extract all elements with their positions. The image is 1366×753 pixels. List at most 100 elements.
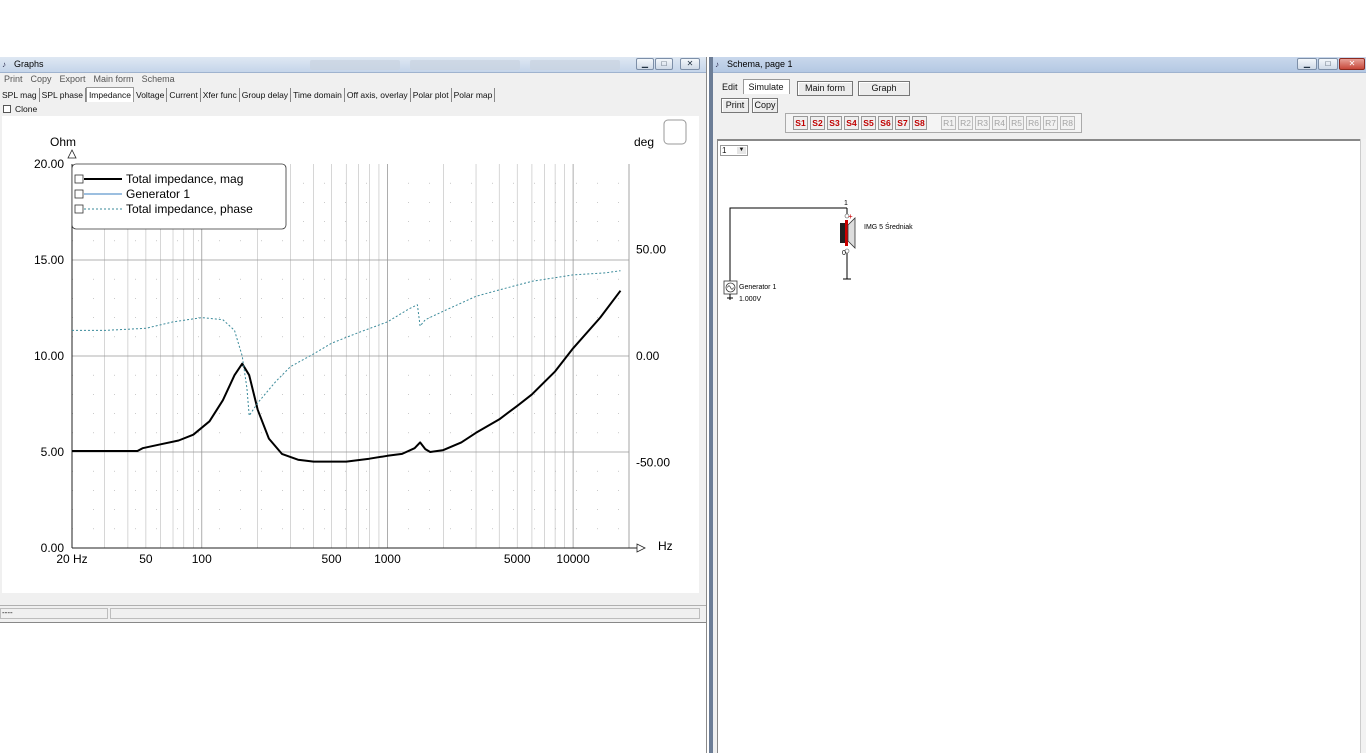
legend-checkbox[interactable] (74, 189, 84, 199)
schematic-drawing: 1 0 + IMG 5 Średniak Generator 1 1.000V (723, 200, 913, 303)
graph-button[interactable]: Graph (858, 81, 910, 96)
menu-simulate[interactable]: Simulate (742, 79, 790, 94)
y-right-tick-label: -50.00 (636, 456, 670, 470)
schema-titlebar: ♪ Schema, page 1 ▁ □ ✕ (713, 57, 1366, 73)
tab-polar-plot[interactable]: Polar plot (411, 88, 452, 102)
x-tick-label: 20 Hz (56, 552, 87, 566)
maximize-icon[interactable]: □ (655, 58, 673, 70)
impedance-chart[interactable]: Ohm deg Hz 0.00 5.00 10.00 15.00 20.00 -50.00… (2, 116, 699, 593)
schema-title: Schema, page 1 (727, 59, 793, 69)
y-left-tick-label: 10.00 (34, 349, 64, 363)
app-icon: ♪ (715, 60, 719, 69)
r6-button[interactable]: R6 (1026, 116, 1041, 130)
s8-button[interactable]: S8 (912, 116, 927, 130)
clone-label: Clone (15, 104, 38, 114)
tab-spl-mag[interactable]: SPL mag (0, 88, 40, 102)
s3-button[interactable]: S3 (827, 116, 842, 130)
r4-button[interactable]: R4 (992, 116, 1007, 130)
s4-button[interactable]: S4 (844, 116, 859, 130)
graphs-titlebar: ♪ Graphs ▁ □ ✕ (0, 57, 706, 73)
tab-polar-map[interactable]: Polar map (452, 88, 496, 102)
s1-button[interactable]: S1 (793, 116, 808, 130)
graph-tabs: SPL mag SPL phase Impedance Voltage Current X… (0, 87, 706, 102)
taskbar-ghost (310, 60, 400, 70)
status-cell (110, 608, 700, 619)
speaker-label: IMG 5 Średniak (864, 222, 913, 231)
generator-component[interactable]: Generator 1 1.000V (723, 280, 776, 303)
tab-voltage[interactable]: Voltage (134, 88, 168, 102)
menu-export[interactable]: Export (60, 74, 86, 84)
tab-group-delay[interactable]: Group delay (240, 88, 292, 102)
speaker-icon (840, 223, 845, 243)
r3-button[interactable]: R3 (975, 116, 990, 130)
y-left-tick-label: 5.00 (41, 445, 65, 459)
r2-button[interactable]: R2 (958, 116, 973, 130)
x-axis-arrow-icon (636, 543, 646, 553)
tab-spl-phase[interactable]: SPL phase (40, 88, 86, 102)
graph-options-button[interactable] (663, 119, 687, 145)
graphs-window: ♪ Graphs ▁ □ ✕ Print Copy Export Main form S… (0, 57, 707, 753)
tab-impedance[interactable]: Impedance (85, 87, 134, 102)
y-left-tick-label: 20.00 (34, 157, 64, 171)
close-icon[interactable]: ✕ (1339, 58, 1365, 70)
print-button[interactable]: Print (721, 98, 749, 113)
legend-checkbox[interactable] (74, 174, 84, 184)
r7-button[interactable]: R7 (1043, 116, 1058, 130)
minimize-icon[interactable]: ▁ (1297, 58, 1317, 70)
impedance-plot-panel[interactable]: Ohm deg Hz 0.00 5.00 10.00 15.00 20.00 -50.00… (2, 116, 699, 593)
menu-schema[interactable]: Schema (142, 74, 175, 84)
simulation-toolbar: S1 S2 S3 S4 S5 S6 S7 S8 R1 R2 R3 R4 R5 R… (785, 113, 1082, 133)
generator-voltage: 1.000V (739, 296, 762, 303)
left-axis-unit: Ohm (50, 135, 76, 149)
x-axis-unit: Hz (658, 539, 673, 553)
tab-time-domain[interactable]: Time domain (291, 88, 345, 102)
clone-checkbox[interactable] (3, 105, 11, 113)
vertical-scrollbar[interactable] (1360, 139, 1366, 753)
status-cell (0, 608, 108, 619)
schematic-canvas[interactable]: 1 ▼ 1 0 + IMG 5 Średniak Generator 1 1.0… (717, 139, 1366, 753)
r5-button[interactable]: R5 (1009, 116, 1024, 130)
app-icon: ♪ (2, 60, 6, 69)
menu-copy[interactable]: Copy (31, 74, 52, 84)
legend-label: Total impedance, mag (126, 172, 243, 186)
wire (729, 207, 847, 289)
x-tick-label: 50 (139, 552, 153, 566)
s2-button[interactable]: S2 (810, 116, 825, 130)
x-tick-label: 100 (192, 552, 212, 566)
x-tick-label: 1000 (374, 552, 401, 566)
menu-print[interactable]: Print (4, 74, 23, 84)
speaker-component[interactable]: 1 0 + IMG 5 Średniak (840, 200, 913, 257)
generator-label: Generator 1 (739, 284, 776, 291)
tab-xfer-func[interactable]: Xfer func (201, 88, 240, 102)
speaker-cone-icon (847, 217, 856, 249)
s6-button[interactable]: S6 (878, 116, 893, 130)
s5-button[interactable]: S5 (861, 116, 876, 130)
tab-current[interactable]: Current (167, 88, 201, 102)
copy-button[interactable]: Copy (752, 98, 778, 113)
speaker-node-top: 1 (844, 200, 848, 207)
speaker-node-bottom: 0 (842, 250, 846, 257)
legend-checkbox[interactable] (74, 204, 84, 214)
legend-label: Generator 1 (126, 187, 190, 201)
speaker-icon (845, 220, 848, 246)
close-icon[interactable]: ✕ (680, 58, 700, 70)
y-right-tick-label: 50.00 (636, 242, 666, 256)
taskbar-ghost (530, 60, 620, 70)
s7-button[interactable]: S7 (895, 116, 910, 130)
x-tick-label: 5000 (504, 552, 531, 566)
maximize-icon[interactable]: □ (1318, 58, 1338, 70)
right-axis-unit: deg (634, 135, 654, 149)
r8-button[interactable]: R8 (1060, 116, 1075, 130)
graphs-statusbar: ---- (0, 605, 706, 621)
y-axis-arrow-icon (67, 149, 77, 159)
menu-edit[interactable]: Edit (717, 80, 743, 94)
tab-off-axis-overlay[interactable]: Off axis, overlay (345, 88, 411, 102)
r1-button[interactable]: R1 (941, 116, 956, 130)
graphs-title: Graphs (14, 59, 44, 69)
main-form-button[interactable]: Main form (797, 81, 853, 96)
clone-option[interactable]: Clone (3, 104, 37, 116)
schema-window: ♪ Schema, page 1 ▁ □ ✕ Edit Simulate Main… (709, 57, 1366, 753)
minimize-icon[interactable]: ▁ (636, 58, 654, 70)
menu-main-form[interactable]: Main form (94, 74, 134, 84)
legend-label: Total impedance, phase (126, 202, 253, 216)
